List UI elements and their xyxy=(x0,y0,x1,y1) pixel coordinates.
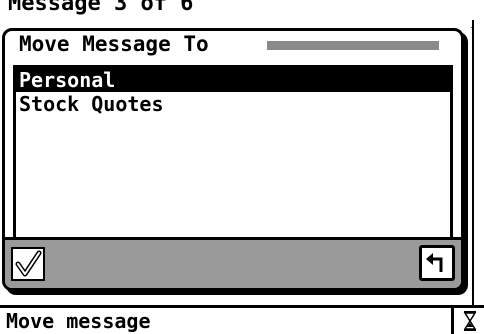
ok-button[interactable] xyxy=(11,247,45,281)
message-window-frame xyxy=(472,20,484,310)
dialog-button-bar xyxy=(5,237,461,288)
folder-list[interactable]: Personal Stock Quotes xyxy=(13,65,453,240)
hourglass-icon xyxy=(463,311,477,331)
dialog-title-bar: Move Message To xyxy=(5,31,461,61)
checkmark-icon xyxy=(15,250,42,277)
title-bar-stripe xyxy=(267,41,439,50)
return-arrow-icon xyxy=(426,253,443,272)
status-text: Move message xyxy=(6,309,151,333)
back-button[interactable] xyxy=(419,245,455,281)
list-item-stock-quotes[interactable]: Stock Quotes xyxy=(16,92,450,116)
status-bar: Move message xyxy=(0,305,484,334)
list-item-personal[interactable]: Personal xyxy=(16,68,450,92)
move-message-dialog: Move Message To Personal Stock Quotes xyxy=(2,28,464,291)
status-divider xyxy=(451,308,454,334)
message-window-title: Message 3 of 6 xyxy=(8,0,194,16)
dialog-title: Move Message To xyxy=(19,32,209,56)
